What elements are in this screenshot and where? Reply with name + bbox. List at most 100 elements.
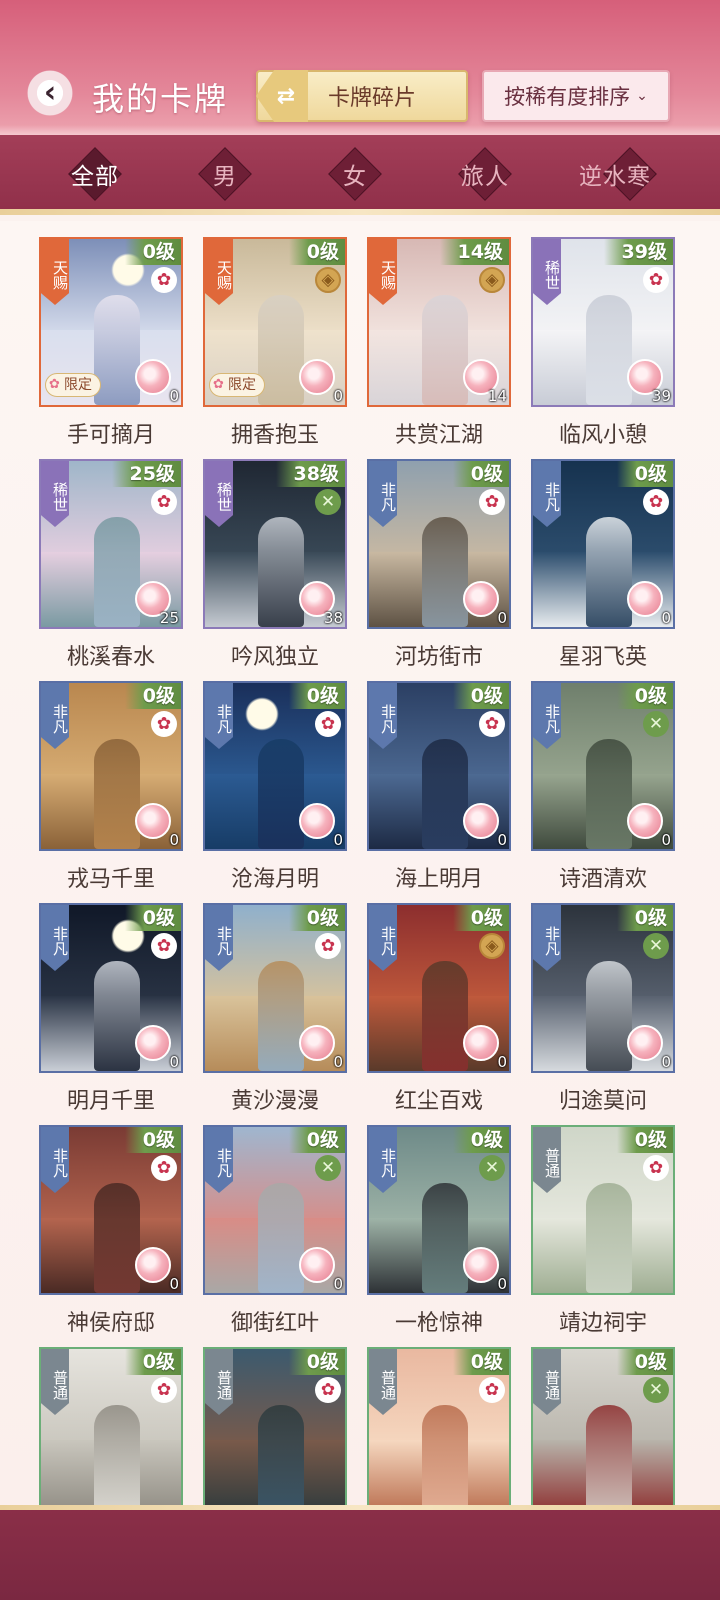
- level-badge: 0级: [452, 461, 509, 487]
- artwork-figure: [94, 1405, 141, 1505]
- fragment-count: 0: [169, 831, 179, 849]
- rarity-tag: 普通: [533, 1127, 561, 1193]
- card-item[interactable]: 普通 0级 ✕: [531, 1347, 675, 1505]
- fragment-pearl-icon: [299, 803, 335, 839]
- artwork-figure: [586, 961, 633, 1071]
- coin-icon: ◈: [315, 267, 341, 293]
- card-name: 戎马千里: [66, 867, 155, 892]
- fragment-count: 0: [333, 1053, 343, 1071]
- back-button[interactable]: ‹: [24, 67, 76, 119]
- artwork-figure: [422, 295, 469, 405]
- fragment-count: 0: [497, 1275, 507, 1293]
- fragment-counter: 0: [627, 803, 671, 849]
- card-name: 靖边祠宇: [558, 1311, 647, 1336]
- fragment-count: 39: [651, 387, 671, 405]
- level-badge: 0级: [616, 683, 673, 709]
- card-item[interactable]: 普通 0级 ✿: [39, 1347, 183, 1505]
- card-item[interactable]: 非凡 0级 ◈ 0: [367, 903, 511, 1073]
- fragment-count: 25: [159, 609, 179, 627]
- plum-icon: ✿: [151, 933, 177, 959]
- fragment-count: 38: [323, 609, 343, 627]
- card-item[interactable]: 非凡 0级 ✿ 0: [203, 681, 347, 851]
- level-badge: 0级: [452, 1349, 509, 1375]
- card-item[interactable]: 非凡 0级 ✕ 0: [203, 1125, 347, 1295]
- plum-icon: ✿: [315, 933, 341, 959]
- card-item[interactable]: 非凡 0级 ✿ 0: [203, 903, 347, 1073]
- limited-badge: 限定: [209, 373, 265, 397]
- fragment-pearl-icon: [463, 1025, 499, 1061]
- card-name: 手可摘月: [66, 423, 155, 448]
- fragment-counter: 14: [463, 359, 507, 405]
- card-item[interactable]: 非凡 0级 ✿ 0: [367, 681, 511, 851]
- tab-male[interactable]: 男: [170, 147, 280, 201]
- tab-nishuihan[interactable]: 逆水寒: [560, 147, 670, 201]
- fragment-pearl-icon: [627, 1025, 663, 1061]
- card-item[interactable]: 普通 0级 ✿: [531, 1125, 675, 1295]
- card-item[interactable]: 普通 0级 ✿: [203, 1347, 347, 1505]
- artwork-figure: [422, 1183, 469, 1293]
- sword-icon: ✕: [315, 1155, 341, 1181]
- plum-icon: ✿: [151, 267, 177, 293]
- card-name: 黄沙漫漫: [230, 1089, 319, 1114]
- card-name: 归途莫问: [558, 1089, 647, 1114]
- fragment-pearl-icon: [627, 581, 663, 617]
- level-badge: 0级: [124, 683, 181, 709]
- plum-icon: ✿: [643, 1155, 669, 1181]
- artwork-figure: [94, 1183, 141, 1293]
- level-badge: 0级: [288, 239, 345, 265]
- level-badge: 0级: [288, 905, 345, 931]
- card-item[interactable]: 非凡 0级 ✿ 0: [39, 681, 183, 851]
- fragment-counter: 38: [299, 581, 343, 627]
- level-badge: 0级: [616, 461, 673, 487]
- sort-dropdown[interactable]: 按稀有度排序 ⌄: [482, 70, 670, 122]
- card-fragments-button[interactable]: ⇄ 卡牌碎片: [256, 70, 468, 122]
- rarity-tag: 非凡: [41, 683, 69, 749]
- plum-icon: ✿: [315, 1377, 341, 1403]
- card-item[interactable]: 非凡 0级 ✿ 0: [39, 1125, 183, 1295]
- card-item[interactable]: 非凡 0级 ✕ 0: [367, 1125, 511, 1295]
- fragment-pearl-icon: [627, 803, 663, 839]
- card-name: 河坊街市: [394, 645, 483, 670]
- fragment-pearl-icon: [299, 1025, 335, 1061]
- fragment-counter: 0: [463, 803, 507, 849]
- fragment-pearl-icon: [463, 803, 499, 839]
- fragment-pearl-icon: [135, 1025, 171, 1061]
- card-item[interactable]: 稀世 25级 ✿ 25: [39, 459, 183, 629]
- card-item[interactable]: 天赐 14级 ◈ 14: [367, 237, 511, 407]
- limited-badge: 限定: [45, 373, 101, 397]
- card-item[interactable]: 普通 0级 ✿: [367, 1347, 511, 1505]
- card-name: 沧海月明: [230, 867, 319, 892]
- artwork-figure: [586, 295, 633, 405]
- card-item[interactable]: 非凡 0级 ✿ 0: [367, 459, 511, 629]
- card-item[interactable]: 稀世 39级 ✿ 39: [531, 237, 675, 407]
- fragment-counter: 0: [463, 1247, 507, 1293]
- card-item[interactable]: 非凡 0级 ✿ 0: [39, 903, 183, 1073]
- fragment-count: 0: [169, 1275, 179, 1293]
- card-item[interactable]: 非凡 0级 ✿ 0: [531, 459, 675, 629]
- plum-icon: ✿: [479, 711, 505, 737]
- tab-traveler[interactable]: 旅人: [430, 147, 540, 201]
- card-item[interactable]: 稀世 38级 ✕ 38: [203, 459, 347, 629]
- fragment-count: 0: [661, 609, 671, 627]
- rarity-tag: 非凡: [533, 905, 561, 971]
- artwork-figure: [586, 1183, 633, 1293]
- top-header: ‹ 我的卡牌 ⇄ 卡牌碎片 按稀有度排序 ⌄: [0, 0, 720, 135]
- back-arrow-icon: ‹: [43, 75, 57, 110]
- card-item[interactable]: 非凡 0级 ✕ 0: [531, 903, 675, 1073]
- fragment-counter: 39: [627, 359, 671, 405]
- card-name: 诗酒清欢: [558, 867, 647, 892]
- tab-female[interactable]: 女: [300, 147, 410, 201]
- fragment-count: 0: [333, 1275, 343, 1293]
- card-item[interactable]: 天赐 0级◈ 0 限定: [203, 237, 347, 407]
- fragment-counter: 0: [135, 1025, 179, 1071]
- fragment-count: 0: [661, 831, 671, 849]
- card-name: 星羽飞英: [558, 645, 647, 670]
- card-item[interactable]: 非凡 0级 ✕ 0: [531, 681, 675, 851]
- tab-all[interactable]: 全部: [40, 147, 150, 201]
- level-badge: 0级: [124, 1349, 181, 1375]
- card-item[interactable]: 天赐 0级✿ 0 限定: [39, 237, 183, 407]
- fragment-count: 0: [169, 1053, 179, 1071]
- fragment-count: 0: [169, 387, 179, 405]
- filter-tab-bar: 全部 男 女 旅人 逆水寒: [0, 135, 720, 215]
- rarity-tag: 普通: [41, 1349, 69, 1415]
